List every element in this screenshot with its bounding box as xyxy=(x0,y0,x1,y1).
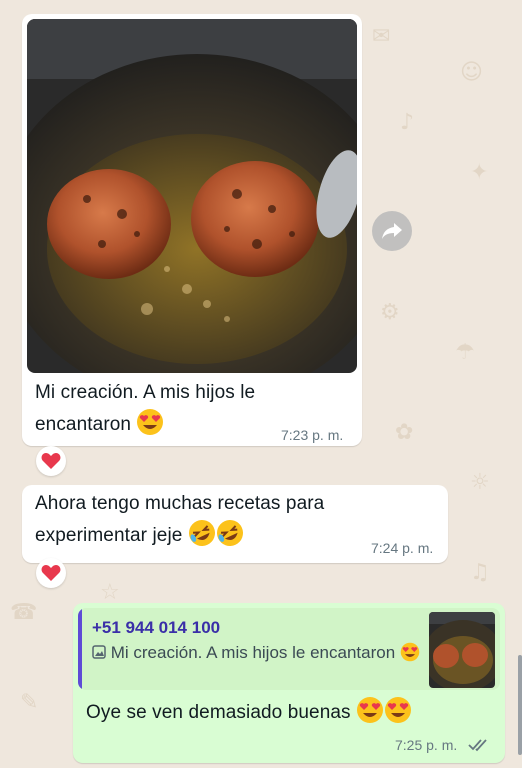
photo-icon xyxy=(92,645,106,659)
incoming-text-message[interactable]: Ahora tengo muchas recetas para experime… xyxy=(22,485,448,563)
double-check-icon xyxy=(468,739,487,752)
heart-eyes-emoji-icon xyxy=(357,697,384,723)
message-text: Ahora tengo muchas recetas para experime… xyxy=(35,489,415,551)
forward-arrow-icon xyxy=(382,223,402,239)
quoted-text: Mi creación. A mis hijos le encantaron xyxy=(110,643,396,662)
heart-icon xyxy=(41,565,61,581)
message-body: Oye se ven demasiado buenas xyxy=(86,702,351,723)
outgoing-reply-message[interactable]: +51 944 014 100 Mi creación. A mis hijos… xyxy=(73,603,505,763)
heart-reaction[interactable] xyxy=(36,446,66,476)
heart-eyes-emoji-icon xyxy=(137,409,164,435)
forward-button[interactable] xyxy=(372,211,412,251)
message-body: Ahora tengo muchas recetas para experime… xyxy=(35,493,325,546)
message-time: 7:23 p. m. xyxy=(281,427,344,443)
scrollbar-thumb[interactable] xyxy=(518,655,522,755)
heart-reaction[interactable] xyxy=(36,558,66,588)
heart-icon xyxy=(41,453,61,469)
quote-accent-bar xyxy=(78,608,82,690)
burger-thumbnail-image xyxy=(429,612,495,688)
incoming-image-message[interactable]: Mi creación. A mis hijos le encantaron 7… xyxy=(22,14,362,446)
message-time: 7:25 p. m. xyxy=(395,737,458,753)
quoted-thumbnail xyxy=(429,612,495,688)
heart-eyes-emoji-icon xyxy=(385,697,412,723)
frying-pan-image xyxy=(27,19,357,373)
rolling-laughing-emoji-icon xyxy=(216,520,243,546)
heart-eyes-emoji-icon xyxy=(400,642,420,662)
message-time: 7:24 p. m. xyxy=(371,540,434,556)
quoted-text-line: Mi creación. A mis hijos le encantaron xyxy=(92,642,420,664)
reply-text: Oye se ven demasiado buenas xyxy=(86,696,446,728)
burger-photo[interactable] xyxy=(27,19,357,373)
rolling-laughing-emoji-icon xyxy=(188,520,215,546)
quoted-message[interactable]: +51 944 014 100 Mi creación. A mis hijos… xyxy=(78,608,500,690)
quoted-sender: +51 944 014 100 xyxy=(92,618,221,637)
